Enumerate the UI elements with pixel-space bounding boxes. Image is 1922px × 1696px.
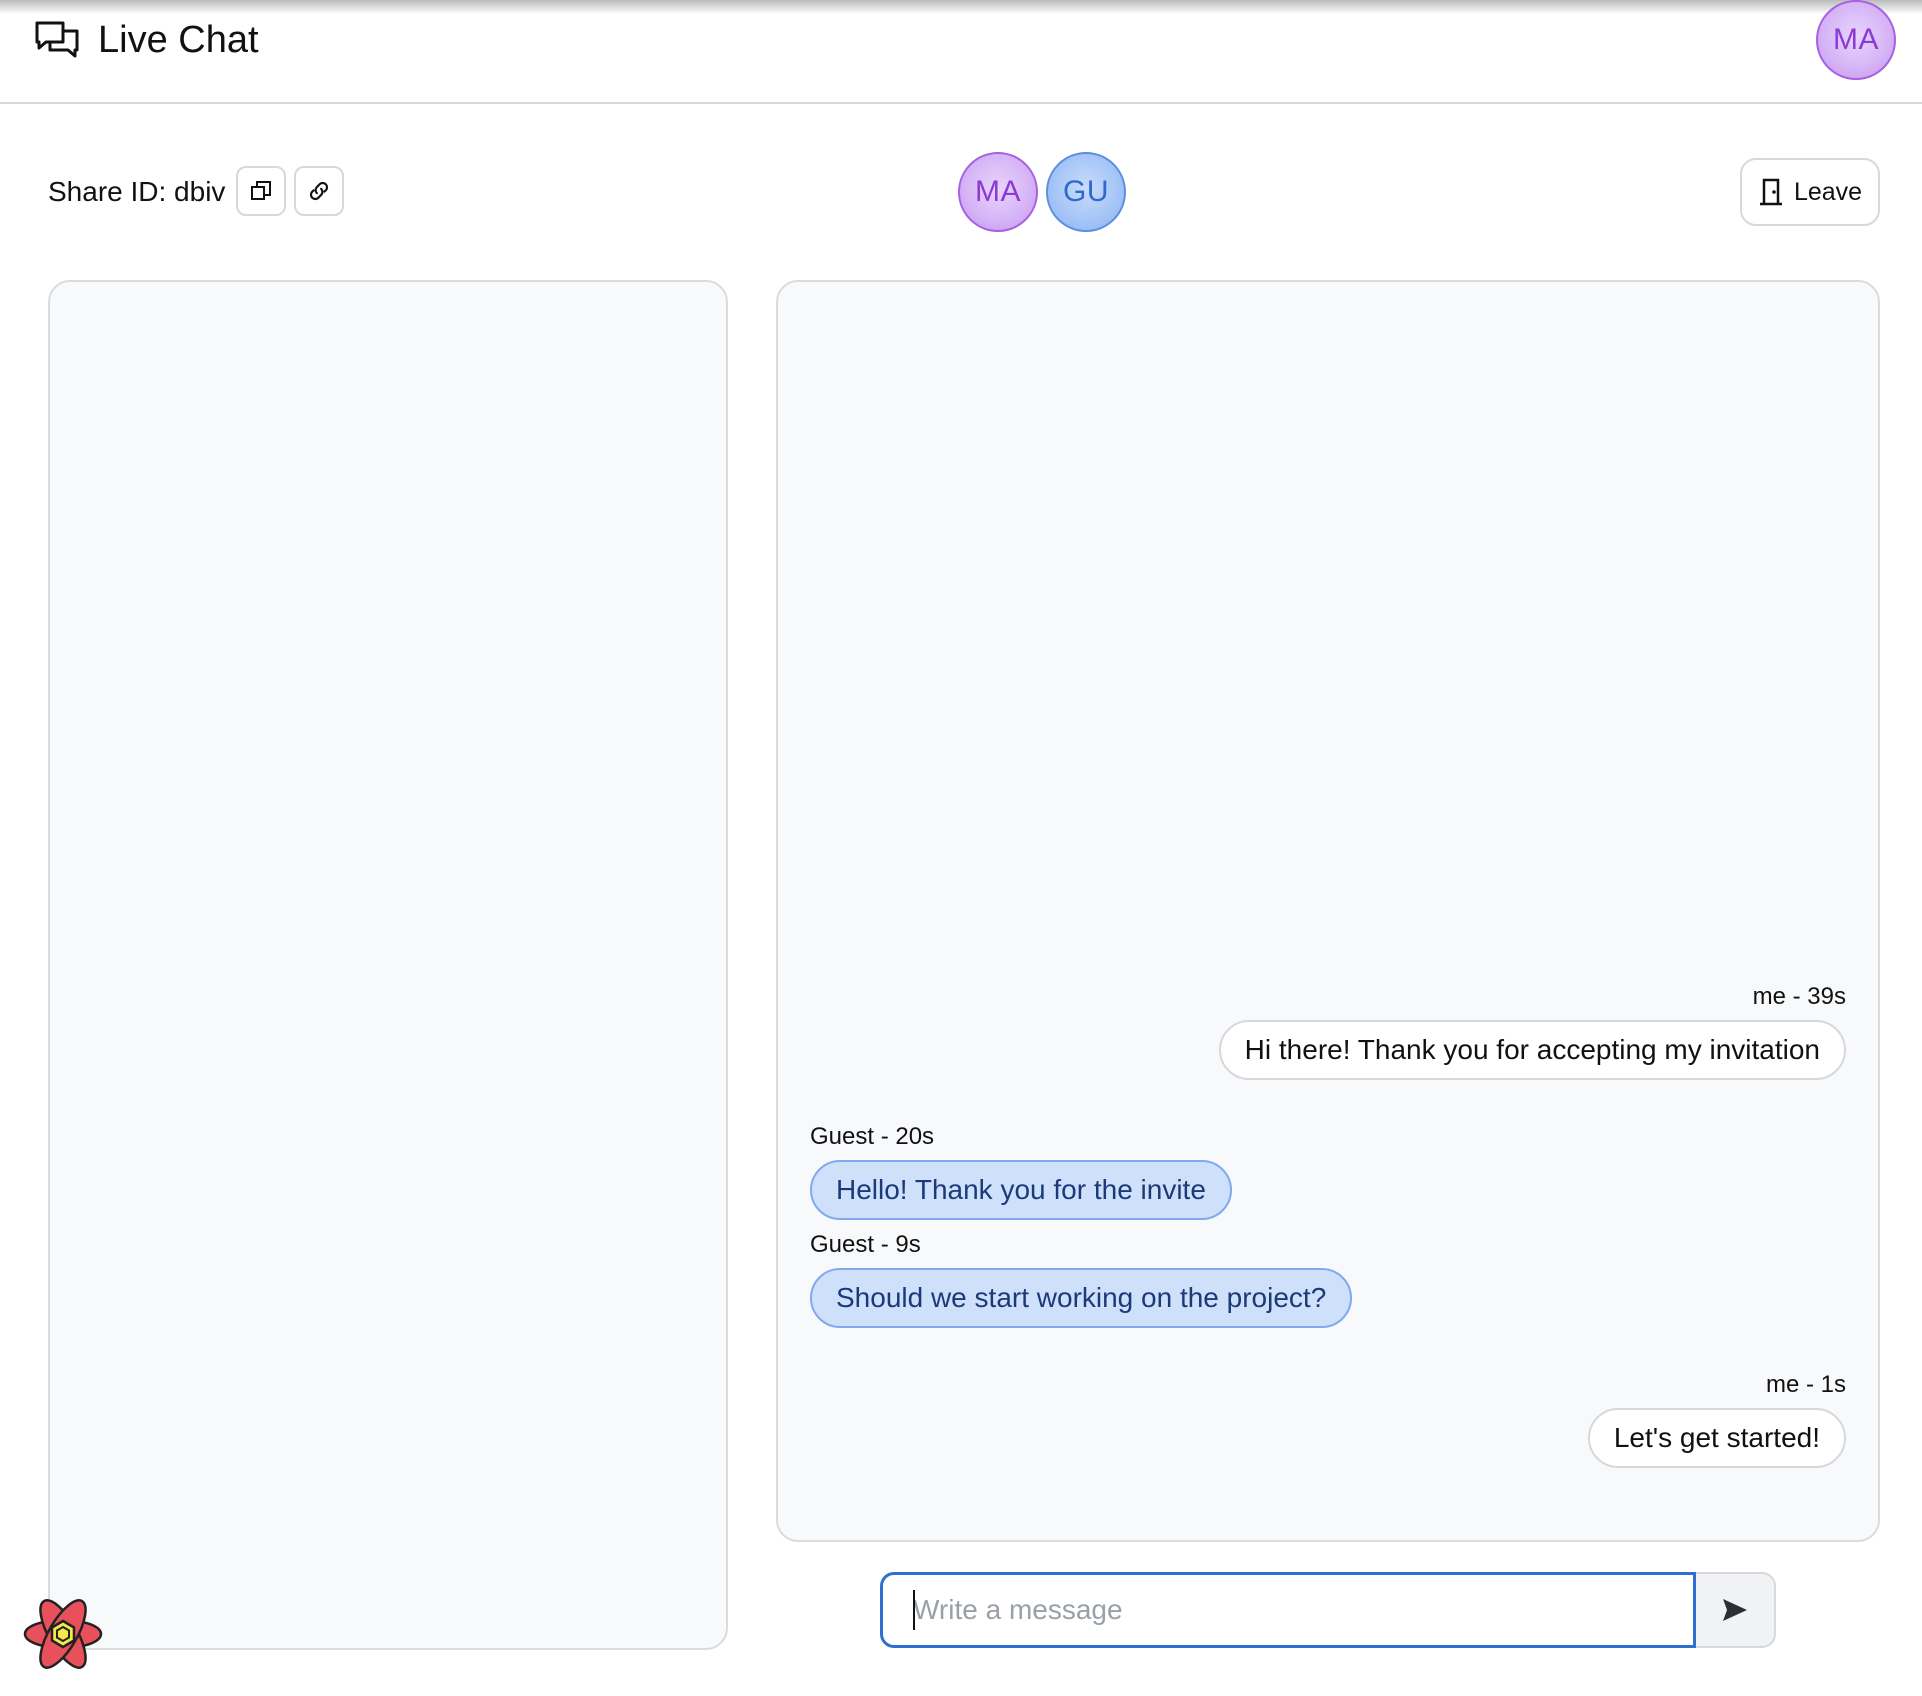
topbar-shadow — [0, 0, 1922, 14]
user-avatar[interactable]: MA — [1816, 0, 1896, 80]
link-icon — [309, 181, 329, 201]
share-id-label: Share ID: dbiv — [48, 176, 226, 207]
message-meta: Guest - 9s — [810, 1231, 921, 1258]
door-icon — [1759, 178, 1782, 206]
copy-icon — [251, 181, 271, 200]
send-icon — [1723, 1599, 1747, 1621]
leave-button-label: Leave — [1793, 177, 1863, 206]
message-meta: me - 39s — [1752, 983, 1846, 1010]
copy-link-button[interactable] — [294, 166, 344, 216]
app-title: Live Chat — [98, 19, 259, 61]
text-caret — [913, 1590, 915, 1630]
message-bubble-guest: Hello! Thank you for the invite — [810, 1160, 1232, 1220]
chat-bubbles-icon — [35, 21, 79, 58]
leave-button[interactable]: Leave — [1740, 158, 1880, 226]
copy-share-id-button[interactable] — [236, 166, 286, 216]
participant-avatar-ma[interactable]: MA — [958, 152, 1038, 232]
send-button[interactable] — [1696, 1572, 1776, 1648]
message-bubble-me: Hi there! Thank you for accepting my inv… — [1218, 1020, 1846, 1080]
participant-avatar-gu[interactable]: GU — [1046, 152, 1126, 232]
message-bubble-guest: Should we start working on the project? — [810, 1268, 1353, 1328]
message-meta: me - 1s — [1765, 1371, 1846, 1398]
react-devtools-icon[interactable] — [20, 1594, 106, 1674]
top-navbar: Live Chat MA — [0, 0, 1922, 104]
chat-messages-panel[interactable]: me - 39s Hi there! Thank you for accepti… — [776, 280, 1880, 1542]
message-composer — [880, 1572, 1776, 1648]
message-meta: Guest - 20s — [810, 1123, 935, 1150]
message-bubble-me: Let's get started! — [1587, 1408, 1846, 1468]
workspace-panel — [48, 280, 728, 1650]
message-input[interactable] — [880, 1572, 1696, 1648]
